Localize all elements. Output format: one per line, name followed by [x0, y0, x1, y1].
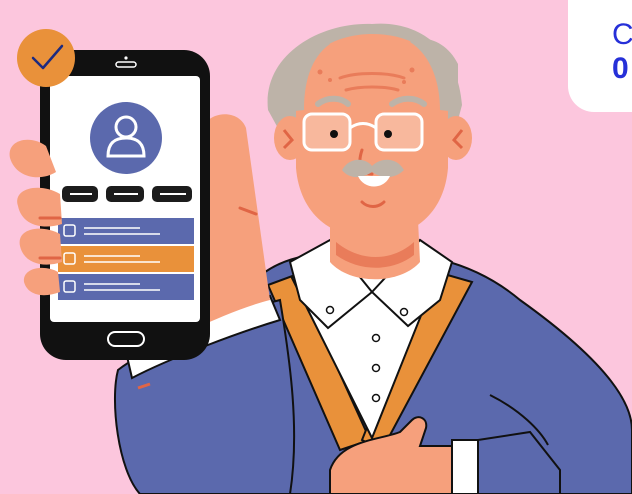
- list-item[interactable]: [58, 246, 194, 272]
- corner-text-line1: C: [612, 18, 632, 51]
- shirt-button: [371, 393, 381, 403]
- check-badge: [17, 29, 75, 87]
- head: [267, 23, 472, 238]
- shirt-button: [371, 363, 381, 373]
- illustration: [9, 23, 632, 494]
- corner-text: C 0: [612, 18, 632, 86]
- list-item[interactable]: [58, 274, 194, 300]
- corner-text-line2: 0: [612, 52, 629, 85]
- shirt-button: [371, 333, 381, 343]
- list-item[interactable]: [58, 218, 194, 244]
- smartphone: [40, 50, 210, 360]
